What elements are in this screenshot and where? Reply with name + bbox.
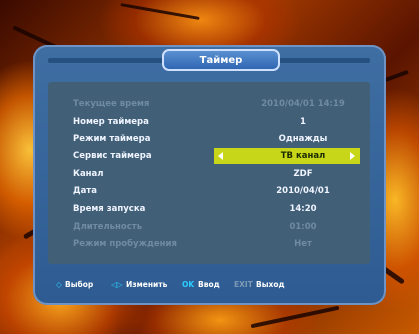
diamond-icon: ◇ bbox=[56, 280, 62, 289]
row-timer-mode[interactable]: Режим таймера Однажды bbox=[48, 131, 370, 147]
exit-key-label: EXIT bbox=[234, 280, 253, 289]
row-timer-service[interactable]: Сервис таймера ТВ канал bbox=[48, 148, 370, 164]
row-timer-number[interactable]: Номер таймера 1 bbox=[48, 114, 370, 130]
row-value: 01:00 bbox=[289, 222, 317, 232]
hint-select: Выбор bbox=[65, 280, 94, 289]
row-label: Сервис таймера bbox=[73, 151, 152, 161]
hint-exit: Выход bbox=[256, 280, 285, 289]
row-value: ZDF bbox=[293, 169, 313, 179]
row-duration[interactable]: Длительность 01:00 bbox=[48, 219, 370, 235]
row-label: Дата bbox=[73, 186, 97, 196]
hint-change: Изменить bbox=[126, 280, 168, 289]
row-value: Однажды bbox=[278, 134, 328, 144]
arrow-left-icon[interactable] bbox=[218, 152, 223, 160]
row-label: Режим пробуждения bbox=[73, 239, 177, 249]
row-wakeup-mode[interactable]: Режим пробуждения Нет bbox=[48, 236, 370, 252]
hint-enter: Ввод bbox=[198, 280, 220, 289]
left-right-arrows-icon: ◁▷ bbox=[111, 280, 123, 289]
row-label: Длительность bbox=[73, 222, 143, 232]
row-label: Режим таймера bbox=[73, 134, 151, 144]
row-value: 14:20 bbox=[289, 204, 317, 214]
row-label: Время запуска bbox=[73, 204, 146, 214]
row-value: 2010/04/01 bbox=[276, 186, 330, 196]
row-label: Канал bbox=[73, 169, 104, 179]
dialog-title: Таймер bbox=[162, 49, 280, 71]
branch-silhouette bbox=[250, 305, 340, 329]
row-value: Нет bbox=[294, 239, 312, 249]
footer-hints: ◇ Выбор ◁▷ Изменить OK Ввод EXIT Выход bbox=[56, 278, 376, 292]
row-date[interactable]: Дата 2010/04/01 bbox=[48, 183, 370, 199]
row-current-time: Текущее время 2010/04/01 14:19 bbox=[48, 96, 370, 112]
ok-key-label: OK bbox=[182, 280, 195, 289]
branch-silhouette bbox=[120, 3, 200, 20]
row-value: 1 bbox=[300, 117, 306, 127]
row-start-time[interactable]: Время запуска 14:20 bbox=[48, 201, 370, 217]
row-value: ТВ канал bbox=[280, 151, 326, 161]
row-label: Текущее время bbox=[73, 99, 150, 109]
row-label: Номер таймера bbox=[73, 117, 149, 127]
row-channel[interactable]: Канал ZDF bbox=[48, 166, 370, 182]
arrow-right-icon[interactable] bbox=[350, 152, 355, 160]
row-value: 2010/04/01 14:19 bbox=[261, 99, 345, 109]
